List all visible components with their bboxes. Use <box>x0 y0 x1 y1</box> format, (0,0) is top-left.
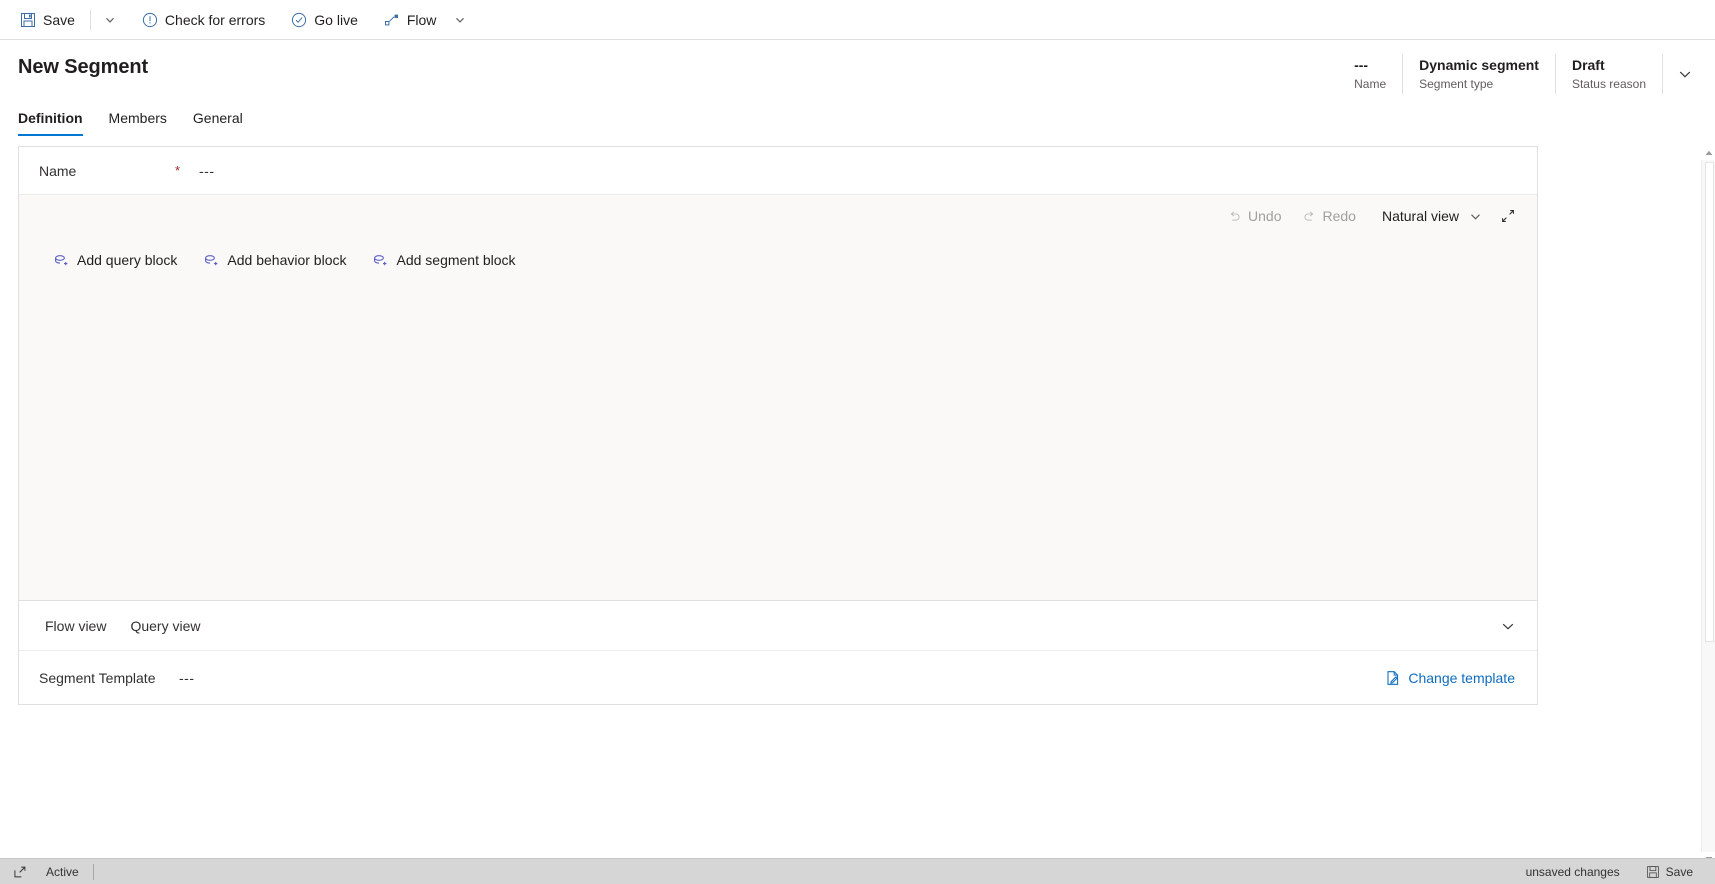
flow-node-icon <box>384 12 400 28</box>
flow-options-caret[interactable] <box>446 4 474 36</box>
save-floppy-icon <box>1646 865 1660 879</box>
tab-general-label: General <box>192 110 243 126</box>
add-segment-block-label: Add segment block <box>396 252 516 268</box>
redo-button-label: Redo <box>1322 208 1356 224</box>
chevron-down-icon <box>454 14 466 26</box>
status-bar-right: unsaved changes Save <box>1512 860 1707 884</box>
chevron-down-icon <box>1469 210 1482 223</box>
name-field-label: Name <box>39 162 77 179</box>
status-bar-divider <box>92 863 94 880</box>
flow-label: Flow <box>406 11 437 28</box>
header-field-status-reason-value: Draft <box>1571 57 1605 73</box>
segment-template-label: Segment Template <box>39 669 156 686</box>
header-field-segment-type: Dynamic segment Segment type <box>1403 54 1556 94</box>
segment-template-value: --- <box>179 669 195 686</box>
add-query-block-button[interactable]: Add query block <box>45 245 185 275</box>
status-bar-save-button[interactable]: Save <box>1638 860 1701 884</box>
popout-window-button[interactable] <box>8 860 32 884</box>
exclamation-circle-icon <box>142 12 158 28</box>
chevron-down-icon <box>1677 66 1693 82</box>
add-segment-block-button[interactable]: Add segment block <box>364 245 523 275</box>
add-query-block-icon <box>53 252 69 268</box>
block-action-buttons: Add query block Add behavior block Add s… <box>19 237 1537 275</box>
header-field-name: --- Name <box>1338 54 1404 94</box>
status-bar-left: Active <box>8 860 94 884</box>
tab-members[interactable]: Members <box>109 109 167 136</box>
redo-arrow-icon <box>1302 209 1317 224</box>
header-summary-fields: --- Name Dynamic segment Segment type Dr… <box>1338 54 1701 94</box>
flow-button[interactable]: Flow <box>374 4 447 36</box>
command-bar-divider <box>89 9 91 30</box>
chevron-down-icon <box>1500 618 1516 634</box>
flow-view-tab-label: Flow view <box>45 617 107 634</box>
command-bar: Save Check for errors Go live Flow <box>0 0 1715 40</box>
query-view-tab[interactable]: Query view <box>118 610 212 642</box>
tab-general[interactable]: General <box>193 109 243 136</box>
header-field-status-reason-label: Status reason <box>1571 77 1646 91</box>
canvas-toolbar: Undo Redo Natural view <box>19 195 1537 237</box>
header-field-segment-type-label: Segment type <box>1419 77 1494 91</box>
undo-button[interactable]: Undo <box>1218 201 1290 231</box>
popout-window-icon <box>13 865 27 879</box>
header-field-segment-type-value: Dynamic segment <box>1419 57 1539 73</box>
segment-template-row: Segment Template --- Change template <box>19 650 1537 704</box>
header-field-status-reason: Draft Status reason <box>1556 54 1663 94</box>
add-query-block-label: Add query block <box>77 252 178 268</box>
change-template-label: Change template <box>1408 669 1515 686</box>
canvas-empty-area[interactable] <box>19 275 1537 600</box>
header-field-name-value: --- <box>1354 57 1369 73</box>
vertical-scrollbar[interactable] <box>1701 150 1715 862</box>
segment-definition-card: Name * --- Undo Redo Natural view Add qu… <box>18 146 1538 705</box>
status-bar-state: Active <box>46 864 79 879</box>
view-bar-collapse-button[interactable] <box>1493 611 1523 641</box>
view-mode-label: Natural view <box>1381 208 1459 224</box>
name-required-marker: * <box>175 163 181 178</box>
name-field-row: Name * --- <box>19 147 1537 195</box>
query-view-tab-label: Query view <box>130 617 201 634</box>
tab-members-label: Members <box>108 110 167 126</box>
go-live-label: Go live <box>314 11 358 28</box>
change-template-button[interactable]: Change template <box>1379 663 1521 693</box>
header-expand-button[interactable] <box>1669 54 1701 94</box>
check-for-errors-button[interactable]: Check for errors <box>132 4 275 36</box>
save-floppy-icon <box>20 12 36 28</box>
undo-arrow-icon <box>1227 209 1242 224</box>
app-window: Save Check for errors Go live Flow New S… <box>0 0 1715 884</box>
check-for-errors-label: Check for errors <box>164 11 266 28</box>
scrollbar-thumb[interactable] <box>1705 162 1714 642</box>
add-behavior-block-label: Add behavior block <box>227 252 347 268</box>
view-mode-bar: Flow view Query view <box>19 600 1537 650</box>
checkmark-circle-icon <box>291 12 307 28</box>
status-bar-save-label: Save <box>1665 864 1693 879</box>
go-live-button[interactable]: Go live <box>281 4 368 36</box>
expand-diagonal-icon <box>1500 208 1516 224</box>
definition-tab-content: Name * --- Undo Redo Natural view Add qu… <box>0 136 1715 884</box>
canvas-expand-button[interactable] <box>1493 201 1523 231</box>
header-field-name-label: Name <box>1354 77 1387 91</box>
unsaved-changes-text: unsaved changes <box>1525 864 1620 879</box>
add-segment-block-icon <box>372 252 388 268</box>
tab-definition-label: Definition <box>18 110 83 126</box>
edit-document-icon <box>1385 670 1401 686</box>
tab-strip: Definition Members General <box>0 98 1715 136</box>
name-input[interactable]: --- <box>199 163 215 179</box>
scroll-up-arrow-icon[interactable] <box>1702 146 1715 160</box>
undo-button-label: Undo <box>1248 208 1282 224</box>
save-options-caret[interactable] <box>96 4 124 36</box>
page-header: New Segment --- Name Dynamic segment Seg… <box>0 40 1715 98</box>
status-bar: Active unsaved changes Save <box>0 858 1715 884</box>
save-button[interactable]: Save <box>10 4 85 36</box>
save-button-label: Save <box>43 11 75 28</box>
add-behavior-block-button[interactable]: Add behavior block <box>195 245 354 275</box>
segment-canvas: Undo Redo Natural view Add query block A… <box>19 195 1537 600</box>
chevron-down-icon <box>104 14 116 26</box>
tab-definition[interactable]: Definition <box>18 109 83 136</box>
add-behavior-block-icon <box>203 252 219 268</box>
redo-button[interactable]: Redo <box>1293 201 1365 231</box>
flow-view-tab[interactable]: Flow view <box>33 610 118 642</box>
page-title: New Segment <box>18 56 149 78</box>
view-mode-dropdown[interactable]: Natural view <box>1373 201 1491 231</box>
